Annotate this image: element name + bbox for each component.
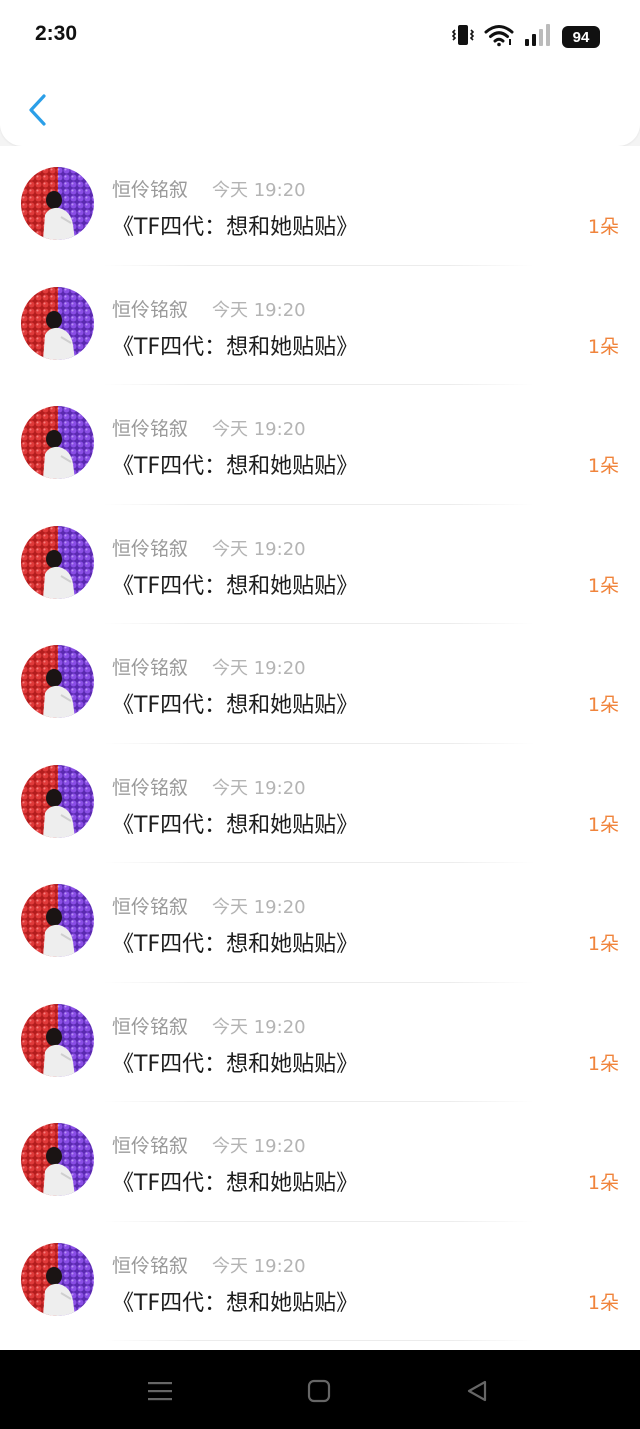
sender-name: 恒伶铭叙 (112, 1135, 189, 1157)
work-title: 《TF四代：想和她贴贴》 (112, 1051, 359, 1077)
list-item[interactable]: 恒伶铭叙 今天 19:20 《TF四代：想和她贴贴》 1朵 (0, 266, 640, 385)
status-icons: 94 (451, 23, 600, 51)
signal-icon (524, 23, 552, 51)
gift-count: 1朵 (587, 933, 619, 955)
chevron-left-icon (29, 94, 46, 126)
timestamp: 今天 19:20 (212, 538, 306, 560)
battery-icon: 94 (562, 26, 600, 48)
timestamp: 今天 19:20 (212, 658, 306, 679)
top-header: 2:30 94 (0, 0, 640, 146)
timestamp: 今天 19:20 (212, 1016, 306, 1038)
work-title: 《TF四代：想和她贴贴》 (112, 693, 359, 718)
back-triangle-icon[interactable] (460, 1374, 494, 1408)
work-title: 《TF四代：想和她贴贴》 (112, 215, 359, 240)
list-item[interactable]: 恒伶铭叙 今天 19:20 《TF四代：想和她贴贴》 1朵 (0, 1222, 640, 1341)
gift-count: 1朵 (587, 335, 619, 358)
timestamp: 今天 19:20 (212, 1136, 306, 1157)
avatar[interactable] (21, 1242, 94, 1316)
work-title: 《TF四代：想和她贴贴》 (112, 1171, 359, 1196)
list-item[interactable]: 恒伶铭叙 今天 19:20 《TF四代：想和她贴贴》 1朵 (0, 146, 640, 266)
status-time: 2:30 (35, 22, 78, 45)
timestamp: 今天 19:20 (212, 777, 306, 799)
avatar[interactable] (21, 645, 94, 718)
gift-record-list: 恒伶铭叙 今天 19:20 《TF四代：想和她贴贴》 1朵 恒伶铭叙 今天 19… (0, 146, 640, 1350)
work-title: 《TF四代：想和她贴贴》 (112, 573, 359, 599)
sender-name: 恒伶铭叙 (112, 1015, 189, 1038)
sender-name: 恒伶铭叙 (112, 537, 189, 560)
sender-name: 恒伶铭叙 (112, 298, 189, 321)
back-button[interactable] (18, 88, 58, 132)
work-title: 《TF四代：想和她贴贴》 (112, 932, 359, 957)
work-title: 《TF四代：想和她贴贴》 (112, 454, 359, 479)
avatar[interactable] (21, 764, 94, 838)
timestamp: 今天 19:20 (212, 897, 306, 918)
menu-icon[interactable] (143, 1374, 177, 1408)
sender-name: 恒伶铭叙 (112, 1254, 189, 1277)
sender-name: 恒伶铭叙 (112, 179, 189, 201)
vibrate-icon (451, 23, 475, 51)
avatar[interactable] (21, 525, 94, 599)
list-item[interactable]: 恒伶铭叙 今天 19:20 《TF四代：想和她贴贴》 1朵 (0, 1102, 640, 1222)
avatar[interactable] (21, 167, 94, 240)
list-item[interactable]: 恒伶铭叙 今天 19:20 《TF四代：想和她贴贴》 1朵 (0, 505, 640, 624)
list-item[interactable]: 恒伶铭叙 今天 19:20 《TF四代：想和她贴贴》 1朵 (0, 624, 640, 744)
avatar[interactable] (21, 1003, 94, 1077)
gift-count: 1朵 (587, 694, 619, 716)
gift-count: 1朵 (587, 1172, 619, 1194)
sender-name: 恒伶铭叙 (112, 776, 189, 799)
timestamp: 今天 19:20 (212, 299, 306, 321)
sender-name: 恒伶铭叙 (112, 896, 189, 918)
work-title: 《TF四代：想和她贴贴》 (112, 334, 359, 360)
timestamp: 今天 19:20 (212, 1255, 306, 1277)
timestamp: 今天 19:20 (212, 180, 306, 201)
work-title: 《TF四代：想和她贴贴》 (112, 812, 359, 838)
sender-name: 恒伶铭叙 (112, 418, 189, 440)
home-square-icon[interactable] (302, 1374, 336, 1408)
gift-count: 1朵 (587, 216, 619, 238)
list-item[interactable]: 恒伶铭叙 今天 19:20 《TF四代：想和她贴贴》 1朵 (0, 385, 640, 505)
gift-count: 1朵 (587, 1291, 619, 1314)
list-item[interactable]: 恒伶铭叙 今天 19:20 《TF四代：想和她贴贴》 1朵 (0, 744, 640, 863)
sender-name: 恒伶铭叙 (112, 657, 189, 679)
list-item[interactable]: 恒伶铭叙 今天 19:20 《TF四代：想和她贴贴》 1朵 (0, 863, 640, 983)
gift-count: 1朵 (587, 574, 619, 597)
avatar[interactable] (21, 884, 94, 957)
gift-count: 1朵 (587, 1052, 619, 1075)
system-navigation-bar (0, 1350, 640, 1429)
gift-count: 1朵 (587, 813, 619, 836)
gift-count: 1朵 (587, 455, 619, 477)
avatar[interactable] (21, 286, 94, 360)
avatar[interactable] (21, 1123, 94, 1196)
list-item[interactable]: 恒伶铭叙 今天 19:20 《TF四代：想和她贴贴》 1朵 (0, 983, 640, 1102)
timestamp: 今天 19:20 (212, 419, 306, 440)
wifi-icon (484, 23, 514, 51)
avatar[interactable] (21, 406, 94, 479)
work-title: 《TF四代：想和她贴贴》 (112, 1290, 359, 1316)
divider (104, 1340, 534, 1341)
